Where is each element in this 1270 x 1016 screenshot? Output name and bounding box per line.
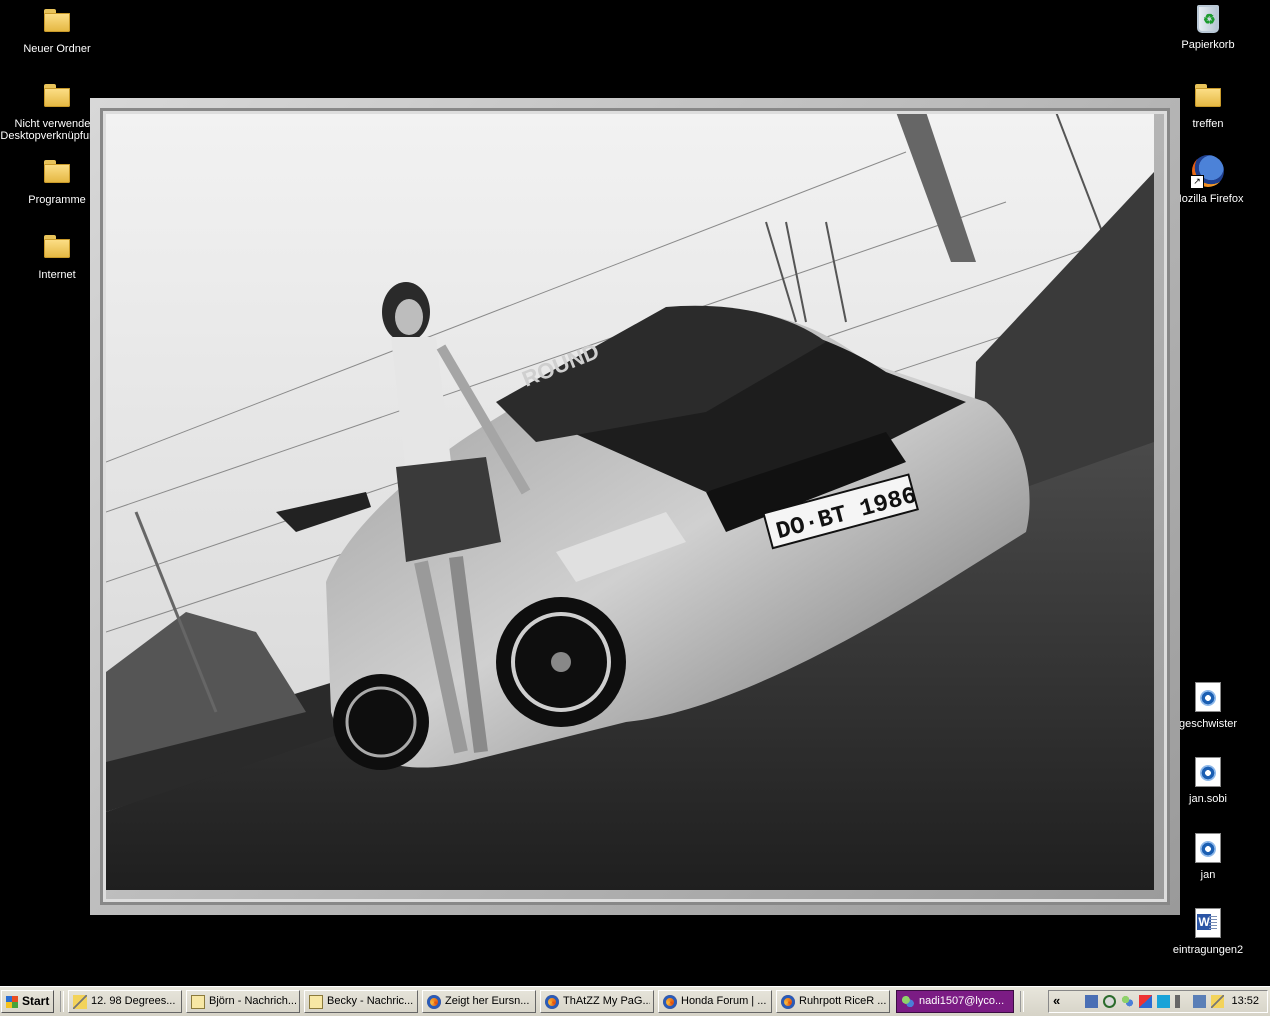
image-file-icon: [1195, 833, 1221, 863]
taskbar-button-label: Becky - Nachric...: [327, 995, 414, 1007]
taskbar-separator: [60, 991, 64, 1012]
folder-icon: [41, 5, 73, 37]
desktop-icon-eintragungen2[interactable]: W eintragungen2: [1150, 908, 1266, 956]
firefox-icon: ↗: [1190, 155, 1224, 189]
firefox-icon: [427, 995, 441, 1009]
start-button[interactable]: Start: [1, 990, 54, 1013]
firefox-icon: [545, 995, 559, 1009]
taskbar-separator: [1020, 991, 1024, 1012]
folder-icon: [41, 231, 73, 263]
taskbar-button-label: 12. 98 Degrees...: [91, 995, 176, 1007]
image-file-icon: [1195, 757, 1221, 787]
taskbar-button-label: ThAtZZ My PaG...: [563, 995, 650, 1007]
pen-tray-icon[interactable]: [1211, 995, 1224, 1008]
firefox-icon: [663, 995, 677, 1009]
network-icon[interactable]: [1085, 995, 1098, 1008]
word-document-icon: W: [1195, 908, 1221, 938]
envelope-icon: [191, 995, 205, 1009]
start-label: Start: [22, 994, 50, 1008]
windows-logo-icon: [6, 996, 18, 1008]
taskbar-button-ruhrpott[interactable]: Ruhrpott RiceR ...: [776, 990, 890, 1013]
taskbar-button-label: Honda Forum | ...: [681, 995, 767, 1007]
taskbar-button-honda-forum[interactable]: Honda Forum | ...: [658, 990, 772, 1013]
taskbar-button-bjoern[interactable]: Björn - Nachrich...: [186, 990, 300, 1013]
clock[interactable]: 13:52: [1231, 995, 1259, 1007]
recycle-bin-icon: ♻: [1197, 5, 1219, 33]
taskbar-button-zeigt-her[interactable]: Zeigt her Eursn...: [422, 990, 536, 1013]
wallpaper-photo-frame: ROUND DO·BT 1986: [90, 98, 1180, 915]
shortcut-arrow-icon: ↗: [1190, 175, 1204, 189]
antivirus-icon[interactable]: [1103, 995, 1116, 1008]
taskbar-button-label: Björn - Nachrich...: [209, 995, 296, 1007]
desktop-icon-neuer-ordner[interactable]: Neuer Ordner: [0, 5, 115, 55]
taskbar-button-98-degrees[interactable]: 12. 98 Degrees...: [68, 990, 182, 1013]
volume-icon[interactable]: [1175, 995, 1188, 1008]
taskbar-button-thatzz[interactable]: ThAtZZ My PaG...: [540, 990, 654, 1013]
msn-icon: [901, 995, 915, 1009]
taskbar-button-label: nadi1507@lyco...: [919, 995, 1005, 1007]
msn-tray-icon[interactable]: [1121, 995, 1134, 1008]
firefox-icon: [781, 995, 795, 1009]
desktop-icon-papierkorb[interactable]: ♻ Papierkorb: [1150, 5, 1266, 51]
taskbar-button-msn[interactable]: nadi1507@lyco...: [896, 990, 1014, 1013]
security-icon[interactable]: [1139, 995, 1152, 1008]
tray-expand-button[interactable]: «: [1053, 993, 1060, 1008]
desktop-icon-label: Neuer Ordner: [23, 43, 91, 55]
desktop-icon-label: Papierkorb: [1181, 39, 1235, 51]
envelope-icon: [309, 995, 323, 1009]
pen-icon: [73, 995, 87, 1009]
taskbar-button-label: Ruhrpott RiceR ...: [799, 995, 886, 1007]
display-icon[interactable]: [1193, 995, 1206, 1008]
desktop-icon-label: eintragungen2: [1172, 944, 1244, 956]
folder-icon: [1192, 80, 1224, 112]
taskbar-button-becky[interactable]: Becky - Nachric...: [304, 990, 418, 1013]
taskbar: Start 12. 98 Degrees... Björn - Nachrich…: [0, 986, 1270, 1016]
media-player-icon[interactable]: [1157, 995, 1170, 1008]
image-file-icon: [1195, 682, 1221, 712]
folder-icon: [41, 80, 73, 112]
wallpaper-photo-border: [100, 108, 1170, 905]
folder-icon: [41, 156, 73, 188]
taskbar-button-label: Zeigt her Eursn...: [445, 995, 530, 1007]
system-tray: « 13:52: [1048, 990, 1268, 1013]
